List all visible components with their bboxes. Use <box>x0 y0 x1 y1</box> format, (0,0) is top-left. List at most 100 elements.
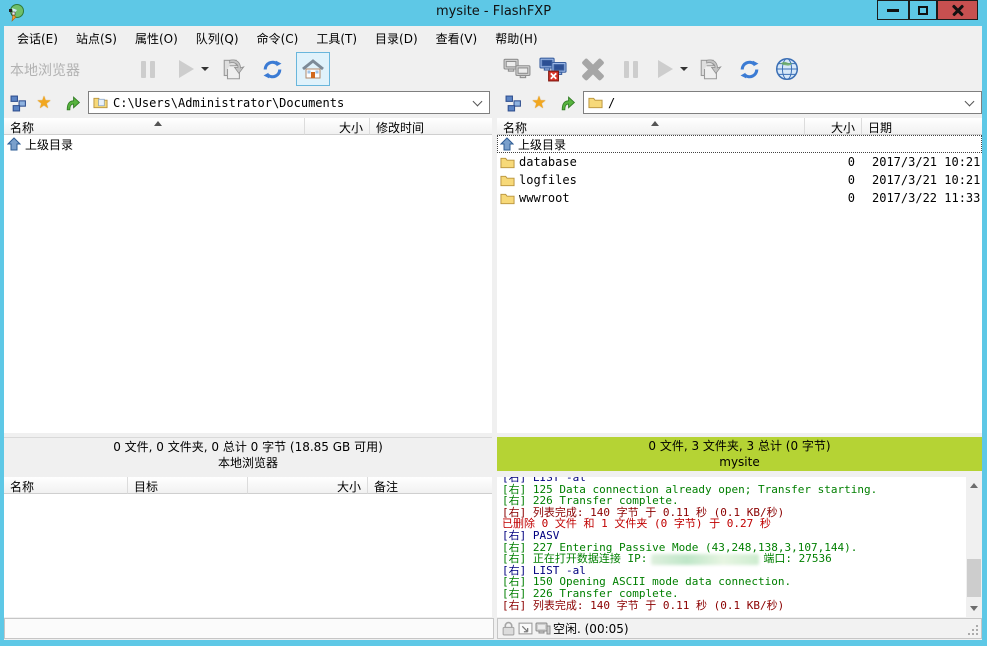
local-up-level-icon[interactable] <box>62 93 82 113</box>
queue-column-target[interactable]: 目标 <box>128 477 248 494</box>
menu-queue[interactable]: 队列(Q) <box>187 27 248 50</box>
menu-view[interactable]: 查看(V) <box>427 27 487 50</box>
file-size: 0 <box>797 191 855 205</box>
window-border-bottom <box>0 640 987 646</box>
menu-commands[interactable]: 命令(C) <box>248 27 308 50</box>
chevron-down-icon <box>201 67 209 71</box>
remote-disconnect-button[interactable] <box>537 53 569 85</box>
idle-status-text: 空闲. (00:05) <box>553 620 629 637</box>
file-date: 2017/3/21 10:21 <box>872 155 980 169</box>
queue-column-note[interactable]: 备注 <box>368 477 492 494</box>
status-panel-right: 空闲. (00:05) <box>497 618 982 639</box>
local-transfer-queue-button[interactable] <box>218 53 250 85</box>
close-button[interactable] <box>937 0 978 20</box>
remote-up-level-icon[interactable] <box>557 93 577 113</box>
local-home-button[interactable] <box>296 52 330 86</box>
remote-status-panel: 0 文件, 3 文件夹, 3 总计 (0 字节) mysite <box>497 437 982 471</box>
menu-session[interactable]: 会话(E) <box>8 27 67 50</box>
log-panel[interactable]: [右] LIST -al [右] 125 Data connection alr… <box>497 477 966 617</box>
scroll-up-icon <box>970 483 978 488</box>
resize-grip[interactable] <box>966 623 979 636</box>
queue-column-name[interactable]: 名称 <box>4 477 128 494</box>
log-scrollbar[interactable] <box>966 477 982 617</box>
local-status-panel: 0 文件, 0 文件夹, 0 总计 0 字节 (18.85 GB 可用) 本地浏… <box>4 437 492 471</box>
menu-directory[interactable]: 目录(D) <box>366 27 427 50</box>
up-dir-icon <box>500 137 514 151</box>
local-list-header: 名称 大小 修改时间 <box>4 118 492 135</box>
remote-file-list: 上级目录 database 0 2017/3/21 10:21 logfiles… <box>497 135 982 433</box>
log-line: [右] 列表完成: 140 字节 于 0.11 秒 (0.1 KB/秒) <box>502 600 966 612</box>
remote-row-logfiles[interactable]: logfiles 0 2017/3/21 10:21 <box>497 171 982 189</box>
globe-icon <box>774 56 800 82</box>
toolbar: 本地浏览器 <box>4 50 982 88</box>
remote-connect-button[interactable] <box>501 53 533 85</box>
local-tree-icon[interactable] <box>8 93 28 113</box>
lock-icon <box>501 621 516 636</box>
chevron-down-icon[interactable] <box>473 96 483 106</box>
connection-status-icon <box>535 622 551 636</box>
menu-help[interactable]: 帮助(H) <box>486 27 546 50</box>
folder-icon <box>93 96 108 109</box>
file-size: 0 <box>797 173 855 187</box>
abort-icon <box>579 55 607 83</box>
scrollbar-thumb[interactable] <box>967 559 981 597</box>
remote-parent-dir-row[interactable]: 上级目录 <box>497 135 982 153</box>
local-browser-label: 本地浏览器 <box>10 60 80 80</box>
transfer-queue-icon <box>698 56 724 82</box>
remote-row-database[interactable]: database 0 2017/3/21 10:21 <box>497 153 982 171</box>
scroll-down-button[interactable] <box>966 600 982 617</box>
remote-status-counts: 0 文件, 3 文件夹, 3 总计 (0 字节) <box>497 438 982 454</box>
local-start-dropdown[interactable] <box>198 53 212 85</box>
parent-dir-label: 上级目录 <box>25 136 73 153</box>
chevron-down-icon[interactable] <box>965 96 975 106</box>
local-path-value: C:\Users\Administrator\Documents <box>113 96 474 110</box>
log-line: [右] 226 Transfer complete. <box>502 588 966 600</box>
status-panel-left <box>4 618 494 639</box>
menu-sites[interactable]: 站点(S) <box>67 27 126 50</box>
sort-asc-icon <box>154 121 162 126</box>
scroll-up-button[interactable] <box>966 477 982 494</box>
remote-start-dropdown[interactable] <box>677 53 691 85</box>
play-icon <box>179 60 194 78</box>
remote-tree-icon[interactable] <box>503 93 523 113</box>
maximize-button[interactable] <box>909 0 937 20</box>
remote-abort-button[interactable] <box>577 53 609 85</box>
remote-path-combobox[interactable]: / <box>583 91 982 114</box>
remote-column-size[interactable]: 大小 <box>805 118 862 135</box>
queue-list[interactable] <box>4 494 492 617</box>
play-icon <box>658 60 673 78</box>
local-path-combobox[interactable]: C:\Users\Administrator\Documents <box>88 91 490 114</box>
remote-pause-button[interactable] <box>615 53 647 85</box>
pause-icon <box>141 61 146 78</box>
remote-transfer-queue-button[interactable] <box>695 53 727 85</box>
remote-column-date[interactable]: 日期 <box>862 118 982 135</box>
parent-dir-label: 上级目录 <box>518 136 566 153</box>
remote-site-browser-button[interactable] <box>771 53 803 85</box>
remote-status-title: mysite <box>497 454 982 470</box>
remote-row-wwwroot[interactable]: wwwroot 0 2017/3/22 11:33 <box>497 189 982 207</box>
remote-refresh-button[interactable] <box>733 53 765 85</box>
transfer-queue-icon <box>221 56 247 82</box>
transfer-mode-icon <box>518 622 533 635</box>
remote-column-name[interactable]: 名称 <box>497 118 805 135</box>
pause-icon <box>624 61 629 78</box>
local-column-name[interactable]: 名称 <box>4 118 305 135</box>
menu-options[interactable]: 属性(O) <box>126 27 187 50</box>
queue-header: 名称 目标 大小 备注 <box>4 477 492 494</box>
file-date: 2017/3/21 10:21 <box>872 173 980 187</box>
local-column-size[interactable]: 大小 <box>305 118 370 135</box>
local-favorites-icon[interactable]: ★ <box>34 93 54 113</box>
queue-column-size[interactable]: 大小 <box>248 477 368 494</box>
local-parent-dir-row[interactable]: 上级目录 <box>4 135 492 153</box>
chevron-down-icon <box>680 67 688 71</box>
local-pause-button[interactable] <box>132 53 164 85</box>
folder-icon <box>500 174 515 187</box>
local-status-counts: 0 文件, 0 文件夹, 0 总计 0 字节 (18.85 GB 可用) <box>4 439 492 455</box>
local-refresh-button[interactable] <box>256 53 288 85</box>
local-column-date[interactable]: 修改时间 <box>370 118 492 135</box>
folder-icon <box>588 96 603 109</box>
remote-favorites-icon[interactable]: ★ <box>529 93 549 113</box>
menu-tools[interactable]: 工具(T) <box>307 27 366 50</box>
remote-path-value: / <box>608 96 966 110</box>
minimize-button[interactable] <box>877 0 909 20</box>
